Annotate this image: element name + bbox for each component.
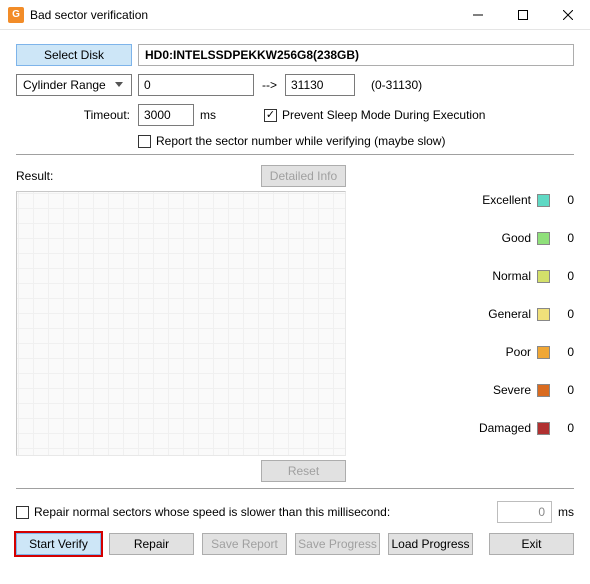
save-report-button[interactable]: Save Report (202, 533, 287, 555)
window-title: Bad sector verification (30, 8, 455, 22)
repair-slow-unit: ms (558, 505, 574, 519)
range-arrow-label: --> (262, 78, 277, 92)
legend-row-severe: Severe 0 (450, 379, 574, 401)
save-progress-button[interactable]: Save Progress (295, 533, 380, 555)
legend-swatch (537, 346, 550, 359)
divider (16, 154, 574, 155)
range-hint: (0-31130) (371, 78, 422, 92)
timeout-label: Timeout: (16, 108, 134, 122)
sector-grid (16, 191, 346, 456)
load-progress-button[interactable]: Load Progress (388, 533, 473, 555)
repair-button[interactable]: Repair (109, 533, 194, 555)
legend-row-normal: Normal 0 (450, 265, 574, 287)
close-button[interactable] (545, 0, 590, 30)
repair-slow-ms-input[interactable]: 0 (497, 501, 552, 523)
legend-value: 0 (560, 383, 574, 397)
report-sector-checkbox[interactable] (138, 135, 151, 148)
legend-name: Good (502, 231, 531, 245)
quality-legend: Excellent0Good0Normal0General0Poor0Sever… (360, 165, 574, 482)
titlebar: G Bad sector verification (0, 0, 590, 30)
prevent-sleep-label: Prevent Sleep Mode During Execution (282, 108, 485, 122)
legend-swatch (537, 422, 550, 435)
divider-2 (16, 488, 574, 489)
legend-row-poor: Poor 0 (450, 341, 574, 363)
legend-name: Excellent (482, 193, 531, 207)
legend-name: Damaged (479, 421, 531, 435)
legend-swatch (537, 308, 550, 321)
prevent-sleep-checkbox[interactable] (264, 109, 277, 122)
result-label: Result: (16, 169, 261, 183)
legend-name: Severe (493, 383, 531, 397)
maximize-button[interactable] (500, 0, 545, 30)
legend-value: 0 (560, 345, 574, 359)
detailed-info-button[interactable]: Detailed Info (261, 165, 346, 187)
legend-value: 0 (560, 307, 574, 321)
disk-display: HD0:INTELSSDPEKKW256G8(238GB) (138, 44, 574, 66)
legend-name: Poor (506, 345, 531, 359)
legend-value: 0 (560, 231, 574, 245)
repair-slow-label: Repair normal sectors whose speed is slo… (34, 505, 390, 519)
reset-button[interactable]: Reset (261, 460, 346, 482)
select-disk-button[interactable]: Select Disk (16, 44, 132, 66)
legend-name: General (488, 307, 531, 321)
chevron-down-icon (111, 76, 127, 94)
legend-row-damaged: Damaged 0 (450, 417, 574, 439)
legend-row-excellent: Excellent 0 (450, 189, 574, 211)
minimize-button[interactable] (455, 0, 500, 30)
content-area: Select Disk HD0:INTELSSDPEKKW256G8(238GB… (0, 30, 590, 565)
legend-swatch (537, 384, 550, 397)
start-verify-button[interactable]: Start Verify (16, 533, 101, 555)
legend-row-good: Good 0 (450, 227, 574, 249)
exit-button[interactable]: Exit (489, 533, 574, 555)
timeout-input[interactable]: 3000 (138, 104, 194, 126)
legend-swatch (537, 232, 550, 245)
legend-row-general: General 0 (450, 303, 574, 325)
range-mode-combo[interactable]: Cylinder Range (16, 74, 132, 96)
report-sector-label: Report the sector number while verifying… (156, 134, 445, 148)
timeout-unit: ms (200, 108, 216, 122)
app-icon: G (8, 7, 24, 23)
legend-value: 0 (560, 269, 574, 283)
range-to-input[interactable]: 31130 (285, 74, 355, 96)
legend-value: 0 (560, 193, 574, 207)
legend-value: 0 (560, 421, 574, 435)
repair-slow-checkbox[interactable] (16, 506, 29, 519)
legend-name: Normal (492, 269, 531, 283)
legend-swatch (537, 194, 550, 207)
legend-swatch (537, 270, 550, 283)
range-from-input[interactable]: 0 (138, 74, 254, 96)
range-mode-value: Cylinder Range (23, 78, 111, 92)
